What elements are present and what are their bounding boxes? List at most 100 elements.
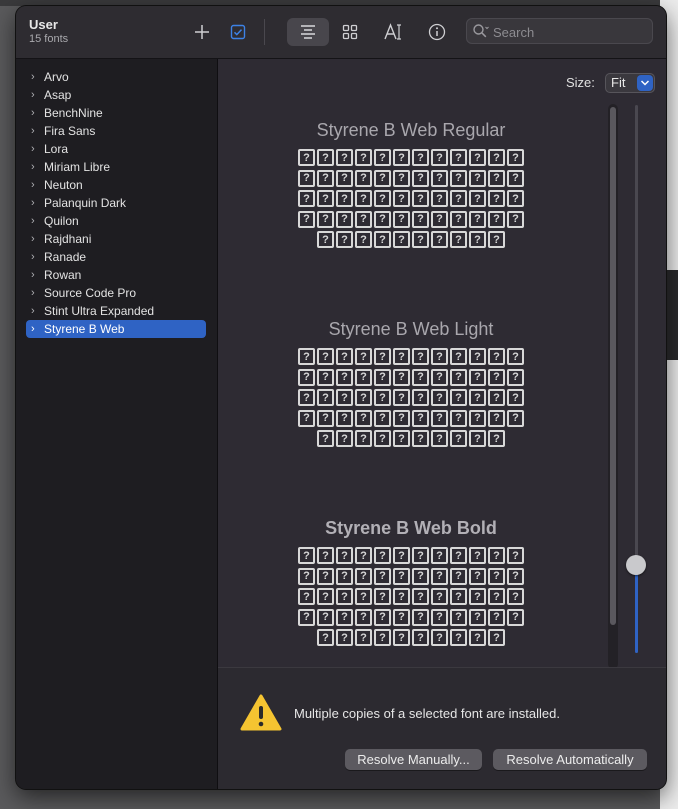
missing-glyph-icon: ? <box>374 368 391 386</box>
missing-glyph-icon: ? <box>374 547 391 564</box>
disclosure-chevron-icon[interactable]: › <box>31 194 35 212</box>
face-preview: Styrene B Web Bold??????????????????????… <box>218 516 604 649</box>
disclosure-chevron-icon[interactable]: › <box>31 212 35 230</box>
missing-glyph-icon: ? <box>374 231 391 248</box>
missing-glyph-icon: ? <box>450 348 467 365</box>
missing-glyph-icon: ? <box>450 430 467 447</box>
size-slider-fill <box>635 566 638 653</box>
missing-glyph-icon: ? <box>450 567 467 585</box>
search-field[interactable] <box>466 18 653 44</box>
missing-glyph-icon: ? <box>469 348 486 365</box>
font-list-item[interactable]: › Rajdhani <box>26 230 206 248</box>
missing-glyph-icon: ? <box>336 547 353 564</box>
disclosure-chevron-icon[interactable]: › <box>31 302 35 320</box>
missing-glyph-icon: ? <box>450 409 467 427</box>
font-list-item[interactable]: › Ranade <box>26 248 206 266</box>
disclosure-chevron-icon[interactable]: › <box>31 122 35 140</box>
font-name: Miriam Libre <box>44 160 111 174</box>
missing-glyph-sample: ????????????????????????????????????????… <box>218 148 604 251</box>
missing-glyph-icon: ? <box>298 210 315 228</box>
missing-glyph-icon: ? <box>298 567 315 585</box>
missing-glyph-icon: ? <box>431 629 448 646</box>
font-list-item[interactable]: › BenchNine <box>26 104 206 122</box>
missing-glyph-icon: ? <box>450 231 467 248</box>
missing-glyph-icon: ? <box>469 567 486 585</box>
disclosure-chevron-icon[interactable]: › <box>31 104 35 122</box>
disclosure-chevron-icon[interactable]: › <box>31 176 35 194</box>
missing-glyph-icon: ? <box>336 190 353 207</box>
missing-glyph-icon: ? <box>374 149 391 166</box>
missing-glyph-icon: ? <box>355 149 372 166</box>
font-list-item[interactable]: › Styrene B Web <box>26 320 206 338</box>
missing-glyph-icon: ? <box>488 547 505 564</box>
disclosure-chevron-icon[interactable]: › <box>31 68 35 86</box>
missing-glyph-icon: ? <box>507 368 524 386</box>
missing-glyph-icon: ? <box>374 567 391 585</box>
glyph-row: ?????????? <box>316 628 506 648</box>
enable-font-button[interactable] <box>224 18 252 46</box>
missing-glyph-icon: ? <box>469 389 486 406</box>
disclosure-chevron-icon[interactable]: › <box>31 230 35 248</box>
glyph-row: ???????????? <box>297 368 525 388</box>
resolve-manually-button[interactable]: Resolve Manually... <box>345 749 482 770</box>
missing-glyph-icon: ? <box>317 629 334 646</box>
font-list-item[interactable]: › Asap <box>26 86 206 104</box>
missing-glyph-icon: ? <box>488 608 505 626</box>
missing-glyph-icon: ? <box>374 389 391 406</box>
missing-glyph-icon: ? <box>393 588 410 605</box>
add-font-button[interactable] <box>188 18 216 46</box>
glyph-row: ???????????? <box>297 189 525 209</box>
font-list-item[interactable]: › Rowan <box>26 266 206 284</box>
glyph-row: ???????????? <box>297 546 525 566</box>
disclosure-chevron-icon[interactable]: › <box>31 248 35 266</box>
missing-glyph-icon: ? <box>355 231 372 248</box>
missing-glyph-icon: ? <box>298 608 315 626</box>
disclosure-chevron-icon[interactable]: › <box>31 266 35 284</box>
missing-glyph-icon: ? <box>412 608 429 626</box>
info-button[interactable] <box>423 18 451 46</box>
missing-glyph-icon: ? <box>488 210 505 228</box>
font-list-item[interactable]: › Palanquin Dark <box>26 194 206 212</box>
search-input[interactable] <box>491 22 645 42</box>
missing-glyph-icon: ? <box>450 149 467 166</box>
font-list-item[interactable]: › Lora <box>26 140 206 158</box>
grid-view-icon <box>342 24 358 40</box>
missing-glyph-icon: ? <box>298 588 315 605</box>
disclosure-chevron-icon[interactable]: › <box>31 158 35 176</box>
font-list-item[interactable]: › Quilon <box>26 212 206 230</box>
font-list-item[interactable]: › Neuton <box>26 176 206 194</box>
resolve-automatically-button[interactable]: Resolve Automatically <box>493 749 647 770</box>
missing-glyph-icon: ? <box>469 608 486 626</box>
missing-glyph-icon: ? <box>298 190 315 207</box>
missing-glyph-icon: ? <box>469 430 486 447</box>
disclosure-chevron-icon[interactable]: › <box>31 86 35 104</box>
missing-glyph-icon: ? <box>507 149 524 166</box>
missing-glyph-icon: ? <box>393 608 410 626</box>
scrollbar-thumb[interactable] <box>610 107 616 625</box>
font-list-item[interactable]: › Fira Sans <box>26 122 206 140</box>
font-name: Stint Ultra Expanded <box>44 304 155 318</box>
size-value: Fit <box>611 75 626 90</box>
size-slider-knob[interactable] <box>626 555 646 575</box>
info-text-button[interactable] <box>380 18 408 46</box>
font-list-item[interactable]: › Arvo <box>26 68 206 86</box>
missing-glyph-icon: ? <box>393 368 410 386</box>
font-list-item[interactable]: › Source Code Pro <box>26 284 206 302</box>
disclosure-chevron-icon[interactable]: › <box>31 284 35 302</box>
missing-glyph-icon: ? <box>393 430 410 447</box>
missing-glyph-icon: ? <box>450 190 467 207</box>
font-list-item[interactable]: › Stint Ultra Expanded <box>26 302 206 320</box>
sample-view-button[interactable] <box>287 18 329 46</box>
font-list-item[interactable]: › Miriam Libre <box>26 158 206 176</box>
missing-glyph-icon: ? <box>469 629 486 646</box>
glyph-row: ???????????? <box>297 388 525 408</box>
missing-glyph-icon: ? <box>298 389 315 406</box>
grid-view-button[interactable] <box>336 18 364 46</box>
disclosure-chevron-icon[interactable]: › <box>31 140 35 158</box>
missing-glyph-icon: ? <box>450 629 467 646</box>
size-dropdown[interactable]: Fit <box>605 73 655 93</box>
missing-glyph-icon: ? <box>336 368 353 386</box>
search-icon <box>473 24 489 38</box>
disclosure-chevron-icon[interactable]: › <box>31 320 35 338</box>
missing-glyph-icon: ? <box>317 547 334 564</box>
